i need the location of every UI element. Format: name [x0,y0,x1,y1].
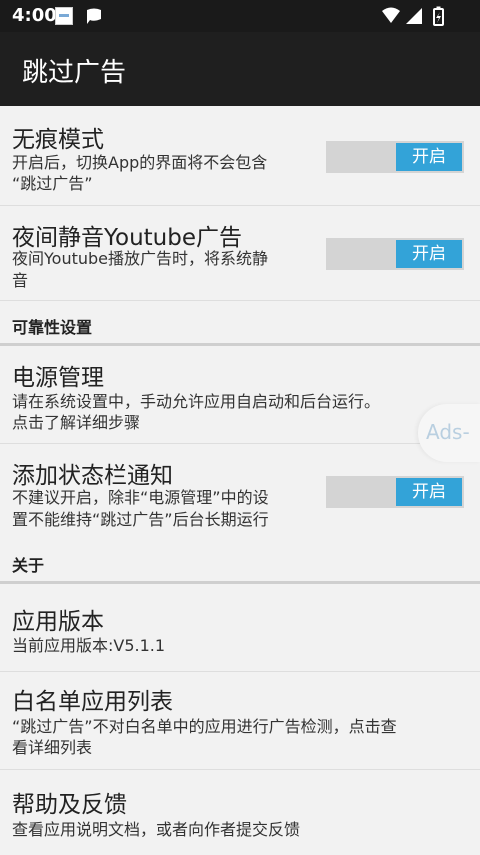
chat-icon [87,8,101,24]
switch-on-label: 开启 [396,478,462,506]
doc-icon [55,7,73,25]
pref-summary-line2: 点击了解详细步骤 [12,413,141,432]
pref-summary-line2: 看详细列表 [12,738,93,757]
pref-summary-line1: 夜间Youtube播放广告时，将系统静 [12,249,268,268]
pref-title: 应用版本 [12,609,104,635]
pref-incognito[interactable]: 无痕模式 开启后，切换App的界面将不会包含 “跳过广告” 开启 [0,106,480,206]
pref-summary-line2: 置不能维持“跳过广告”后台长期运行 [12,510,269,529]
app-toolbar: 跳过广告 [0,32,480,106]
floating-ads-button[interactable]: Ads- [418,404,480,462]
pref-summary-line2: 音 [12,271,29,290]
status-bar: 4:00 [0,0,480,32]
pref-title: 添加状态栏通知 [12,463,173,489]
floating-ads-label: Ads- [426,420,470,444]
signal-icon [406,8,422,24]
pref-help-feedback[interactable]: 帮助及反馈 查看应用说明文档，或者向作者提交反馈 [0,770,480,855]
status-notification-switch[interactable]: 开启 [326,476,464,508]
pref-status-notification[interactable]: 添加状态栏通知 不建议开启，除非“电源管理”中的设 置不能维持“跳过广告”后台长… [0,444,480,548]
pref-summary: 当前应用版本:V5.1.1 [12,636,166,655]
pref-night-mute[interactable]: 夜间静音Youtube广告 夜间Youtube播放广告时，将系统静 音 开启 [0,206,480,301]
pref-title: 电源管理 [12,365,104,391]
pref-title: 帮助及反馈 [12,792,127,818]
status-time: 4:00 [12,5,57,26]
pref-app-version[interactable]: 应用版本 当前应用版本:V5.1.1 [0,584,480,672]
pref-summary-line1: 请在系统设置中，手动允许应用自启动和后台运行。 [12,392,381,411]
switch-on-label: 开启 [396,240,462,268]
page-title: 跳过广告 [22,58,127,88]
pref-power-management[interactable]: 电源管理 请在系统设置中，手动允许应用自启动和后台运行。 点击了解详细步骤 [0,346,480,444]
pref-summary: 查看应用说明文档，或者向作者提交反馈 [12,820,301,839]
pref-title: 白名单应用列表 [12,689,173,715]
status-right-icons [382,6,444,26]
pref-summary-line1: 不建议开启，除非“电源管理”中的设 [12,488,269,507]
category-header-about: 关于 [12,556,45,575]
pref-summary-line1: “跳过广告”不对白名单中的应用进行广告检测，点击查 [12,717,397,736]
pref-summary-line1: 开启后，切换App的界面将不会包含 [12,153,268,172]
incognito-switch[interactable]: 开启 [326,141,464,173]
pref-summary-line2: “跳过广告” [12,174,93,193]
switch-on-label: 开启 [396,143,462,171]
pref-whitelist[interactable]: 白名单应用列表 “跳过广告”不对白名单中的应用进行广告检测，点击查 看详细列表 [0,672,480,770]
wifi-icon [382,7,400,23]
night-mute-switch[interactable]: 开启 [326,238,464,270]
category-header-reliability: 可靠性设置 [12,318,93,337]
pref-title: 夜间静音Youtube广告 [12,225,242,251]
pref-title: 无痕模式 [12,127,104,153]
